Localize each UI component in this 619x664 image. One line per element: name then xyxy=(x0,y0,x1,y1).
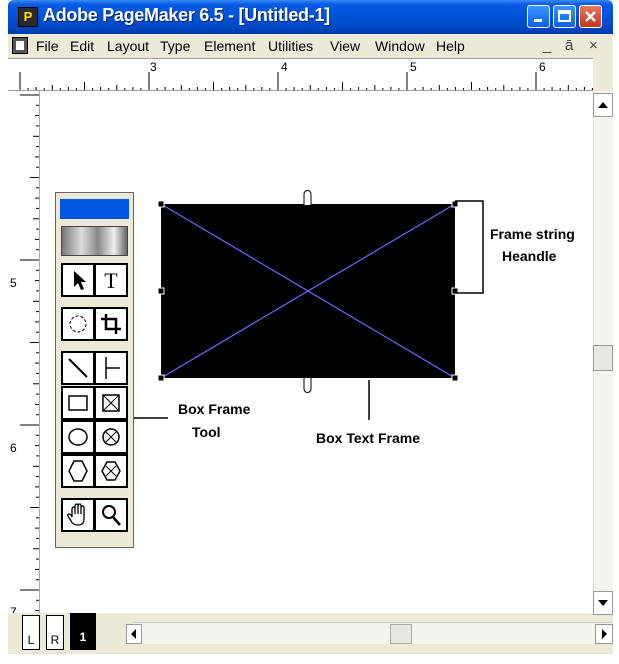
frame-string-label-line2: Heandle xyxy=(502,248,557,264)
ellipse-frame-tool-icon xyxy=(102,428,120,446)
top-windowshade-handle[interactable] xyxy=(303,190,312,206)
ellipse-frame-tool[interactable] xyxy=(94,420,128,454)
text-tool-icon: T xyxy=(104,268,118,293)
bottom-windowshade-handle[interactable] xyxy=(303,378,312,393)
rotate-tool-icon xyxy=(69,315,87,333)
constrained-line-tool-icon xyxy=(105,357,120,379)
rectangle-tool[interactable] xyxy=(61,386,95,420)
toolbox-logo-image xyxy=(61,226,128,256)
selection-handle[interactable] xyxy=(157,200,165,208)
polygon-frame-tool-icon xyxy=(101,461,121,481)
pagemaker-window: P Adobe PageMaker 6.5 - [Untitled-1] Fil… xyxy=(8,0,613,654)
line-tool-icon xyxy=(68,358,88,378)
crop-tool[interactable] xyxy=(94,307,128,341)
hand-tool[interactable] xyxy=(61,498,95,532)
polygon-tool[interactable] xyxy=(61,454,95,488)
selection-handle[interactable] xyxy=(157,374,165,382)
ellipse-tool-icon xyxy=(68,428,88,446)
rectangle-tool-icon xyxy=(68,395,88,411)
svg-text:T: T xyxy=(104,268,118,293)
box-text-frame-label: Box Text Frame xyxy=(316,430,420,446)
line-tool[interactable] xyxy=(61,351,95,385)
selection-handle[interactable] xyxy=(157,287,165,295)
constrained-line-tool[interactable] xyxy=(94,351,128,385)
zoom-tool[interactable] xyxy=(94,498,128,532)
frame-string-label: Frame string xyxy=(490,226,575,242)
selection-handle[interactable] xyxy=(451,374,459,382)
polygon-frame-tool[interactable] xyxy=(94,454,128,488)
box-frame-tool-label: Box Frame xyxy=(178,401,251,417)
rectangle-frame-tool[interactable] xyxy=(94,386,128,420)
rotate-tool[interactable] xyxy=(61,307,95,341)
toolbox-palette[interactable]: T xyxy=(55,192,134,548)
crop-tool-icon xyxy=(101,314,121,334)
rectangle-frame-tool-icon xyxy=(102,394,120,412)
pointer-tool[interactable] xyxy=(61,263,95,297)
zoom-tool-icon xyxy=(102,505,121,526)
pointer-tool-icon xyxy=(74,271,86,290)
frame-string-bracket xyxy=(455,200,484,294)
toolbox-title-bar[interactable] xyxy=(60,199,129,219)
ellipse-tool[interactable] xyxy=(61,420,95,454)
text-tool[interactable]: T xyxy=(94,263,128,297)
hand-tool-icon xyxy=(67,503,85,526)
polygon-tool-icon xyxy=(68,460,88,482)
selection-handle[interactable] xyxy=(451,200,459,208)
box-frame-tool-label-line2: Tool xyxy=(192,424,221,440)
